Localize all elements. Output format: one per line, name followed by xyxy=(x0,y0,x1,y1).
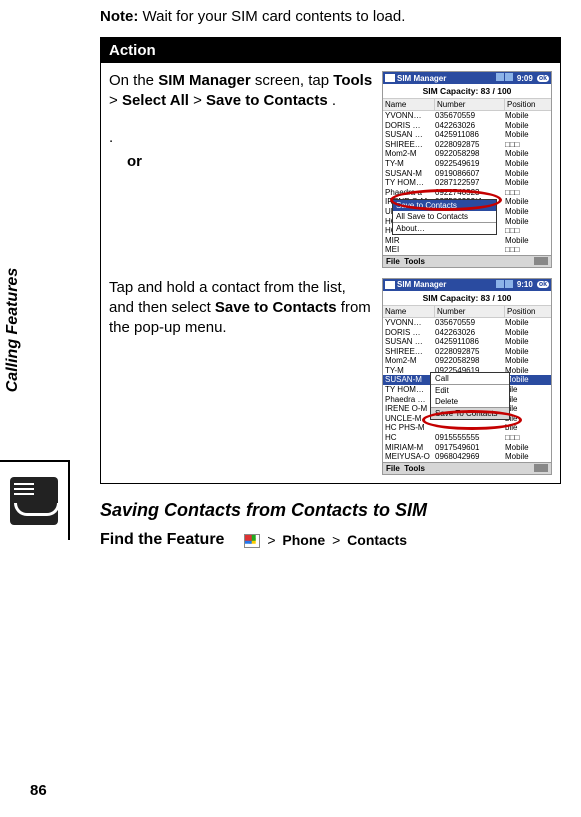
titlebar: SIM Manager 9:10 ok xyxy=(383,279,551,291)
screenshot-1: SIM Manager 9:09 ok SIM Capacity: 83 / 1… xyxy=(382,71,552,268)
ok-button[interactable]: ok xyxy=(537,281,549,288)
keyboard-icon[interactable] xyxy=(534,257,548,265)
table-row[interactable]: Mom2-M0922058298Mobile xyxy=(383,149,551,159)
action-step1-text: On the SIM Manager screen, tap Tools > S… xyxy=(109,71,374,268)
ctx-edit[interactable]: Edit xyxy=(431,385,509,396)
table-row[interactable]: MIRMobile xyxy=(383,236,551,246)
table-row[interactable]: HC PHS-Mbile xyxy=(383,423,551,433)
start-flag-icon xyxy=(385,281,395,289)
volume-icon xyxy=(505,280,513,288)
note-line: Note: Wait for your SIM card contents to… xyxy=(100,8,561,25)
windows-flag-icon xyxy=(244,534,260,548)
phone-corner-badge xyxy=(0,460,70,540)
page-number: 86 xyxy=(30,782,47,799)
table-row[interactable]: MIRIAM-M0917549601Mobile xyxy=(383,443,551,453)
table-row[interactable]: SHIREE…0228092875□□□ xyxy=(383,140,551,150)
sim-capacity: SIM Capacity: 83 / 100 xyxy=(383,84,551,99)
side-tab-calling-features: Calling Features xyxy=(0,190,26,470)
table-row[interactable]: SUSAN …0425911086Mobile xyxy=(383,337,551,347)
action-step2-text: Tap and hold a contact from the list, an… xyxy=(109,278,374,475)
note-label: Note: xyxy=(100,8,138,25)
screenshot-2: SIM Manager 9:10 ok SIM Capacity: 83 / 1… xyxy=(382,278,552,475)
ctx-call[interactable]: Call xyxy=(431,373,509,384)
menu-file[interactable]: File xyxy=(386,257,400,266)
menu-item-about[interactable]: About… xyxy=(393,223,496,234)
action-header: Action xyxy=(101,38,560,63)
table-row[interactable]: TY-M0922549619Mobile xyxy=(383,159,551,169)
signal-icon xyxy=(496,73,504,81)
table-row[interactable]: Mom2-M0922058298Mobile xyxy=(383,356,551,366)
table-row[interactable]: MEIYUSA-O0968042969Mobile xyxy=(383,452,551,462)
table-row[interactable]: HC0915555555□□□ xyxy=(383,433,551,443)
action-box: Action On the SIM Manager screen, tap To… xyxy=(100,37,561,484)
ctx-save-to-contacts[interactable]: Save To Contacts xyxy=(431,408,509,419)
table-row[interactable]: Phaedra a0922740323□□□ xyxy=(383,188,551,198)
titlebar: SIM Manager 9:09 ok xyxy=(383,72,551,84)
table-row[interactable]: DORIS …042263026Mobile xyxy=(383,121,551,131)
table-row[interactable]: DORIS …042263026Mobile xyxy=(383,328,551,338)
column-headers: Name Number Position xyxy=(383,306,551,318)
volume-icon xyxy=(505,73,513,81)
menu-item-all-save[interactable]: All Save to Contacts xyxy=(393,211,496,222)
table-row[interactable]: SUSAN-M0919086607Mobile xyxy=(383,169,551,179)
ctx-delete[interactable]: Delete xyxy=(431,396,509,407)
column-headers: Name Number Position xyxy=(383,99,551,111)
tools-dropdown: Save to Contacts All Save to Contacts Ab… xyxy=(392,199,497,235)
find-feature-breadcrumb: > Phone > Contacts xyxy=(244,532,407,548)
menu-tools[interactable]: Tools xyxy=(404,464,425,473)
note-text: Wait for your SIM card contents to load. xyxy=(143,8,406,25)
bottom-bar: File Tools xyxy=(383,462,551,474)
sim-capacity: SIM Capacity: 83 / 100 xyxy=(383,291,551,306)
start-flag-icon xyxy=(385,74,395,82)
menu-item-save-to-contacts[interactable]: Save to Contacts xyxy=(393,200,496,211)
side-tab-label: Calling Features xyxy=(4,268,22,392)
keyboard-icon[interactable] xyxy=(534,464,548,472)
table-row[interactable]: YVONN…035670559Mobile xyxy=(383,318,551,328)
table-row[interactable]: TY HOM…0287122597Mobile xyxy=(383,178,551,188)
bottom-bar: File Tools xyxy=(383,255,551,267)
find-feature-row: Find the Feature > Phone > Contacts xyxy=(100,531,561,549)
phone-handset-icon xyxy=(10,477,58,525)
ok-button[interactable]: ok xyxy=(537,75,549,82)
find-feature-label: Find the Feature xyxy=(100,531,224,549)
table-row[interactable]: MEI□□□ xyxy=(383,245,551,255)
signal-icon xyxy=(496,280,504,288)
table-row[interactable]: SUSAN …0425911086Mobile xyxy=(383,130,551,140)
table-row[interactable]: SHIREE…0228092875Mobile xyxy=(383,347,551,357)
section-title: Saving Contacts from Contacts to SIM xyxy=(100,500,561,521)
menu-file[interactable]: File xyxy=(386,464,400,473)
context-menu: Call Edit Delete Save To Contacts xyxy=(430,372,510,420)
table-row[interactable]: YVONN…035670559Mobile xyxy=(383,111,551,121)
menu-tools[interactable]: Tools xyxy=(404,257,425,266)
